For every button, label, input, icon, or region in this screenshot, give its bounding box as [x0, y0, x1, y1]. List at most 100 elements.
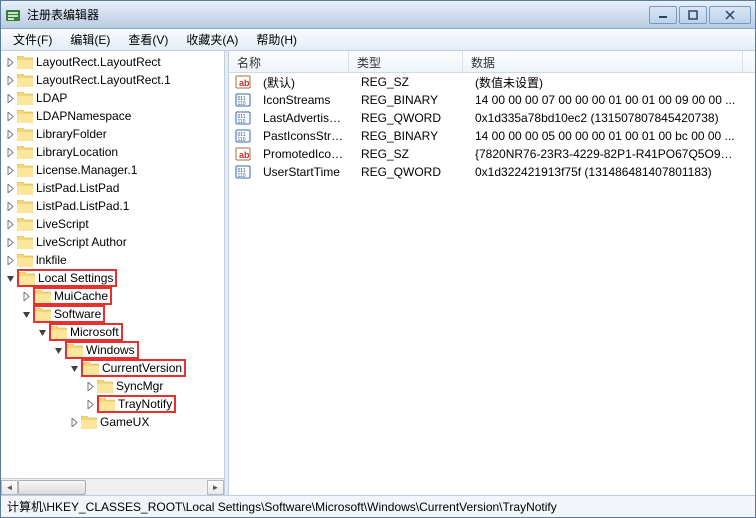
- folder-icon: [97, 379, 113, 393]
- value-name: PastIconsStream: [255, 129, 353, 143]
- folder-icon: [35, 289, 51, 303]
- expand-icon[interactable]: [3, 55, 17, 69]
- folder-icon: [83, 361, 99, 375]
- value-row[interactable]: abPromotedIcon...REG_SZ{7820NR76-23R3-42…: [229, 145, 755, 163]
- expand-icon[interactable]: [3, 253, 17, 267]
- folder-icon: [51, 325, 67, 339]
- string-value-icon: ab: [235, 146, 251, 162]
- scroll-track[interactable]: [18, 480, 207, 495]
- collapse-icon[interactable]: [35, 325, 49, 339]
- tree-item[interactable]: CurrentVersion: [1, 359, 224, 377]
- string-value-icon: ab: [235, 74, 251, 90]
- scroll-right-button[interactable]: ►: [207, 480, 224, 495]
- tree-item-label: LibraryLocation: [36, 145, 118, 159]
- tree-item-label: Local Settings: [38, 271, 113, 285]
- tree-item[interactable]: TrayNotify: [1, 395, 224, 413]
- tree-item-label: LiveScript: [36, 217, 89, 231]
- value-row[interactable]: 011110UserStartTimeREG_QWORD0x1d32242191…: [229, 163, 755, 181]
- collapse-icon[interactable]: [19, 307, 33, 321]
- menu-favorites[interactable]: 收藏夹(A): [178, 29, 246, 50]
- col-data[interactable]: 数据: [463, 51, 743, 72]
- menu-file[interactable]: 文件(F): [5, 29, 60, 50]
- expand-icon[interactable]: [3, 145, 17, 159]
- value-data: (数值未设置): [467, 74, 747, 91]
- tree-item[interactable]: MuiCache: [1, 287, 224, 305]
- tree-item[interactable]: LDAP: [1, 89, 224, 107]
- tree-item[interactable]: LayoutRect.LayoutRect: [1, 53, 224, 71]
- tree-item[interactable]: SyncMgr: [1, 377, 224, 395]
- tree-item[interactable]: License.Manager.1: [1, 161, 224, 179]
- folder-icon: [17, 253, 33, 267]
- tree-item[interactable]: LayoutRect.LayoutRect.1: [1, 71, 224, 89]
- registry-tree[interactable]: LayoutRect.LayoutRect LayoutRect.LayoutRe…: [1, 51, 224, 478]
- expand-icon[interactable]: [19, 289, 33, 303]
- col-name[interactable]: 名称: [229, 51, 349, 72]
- tree-item-label: Software: [54, 307, 101, 321]
- value-data: 0x1d322421913f75f (131486481407801183): [467, 165, 747, 179]
- tree-pane: LayoutRect.LayoutRect LayoutRect.LayoutRe…: [1, 51, 225, 495]
- tree-item-label: LDAP: [36, 91, 67, 105]
- tree-item[interactable]: ListPad.ListPad: [1, 179, 224, 197]
- scroll-left-button[interactable]: ◄: [1, 480, 18, 495]
- tree-item-label: License.Manager.1: [36, 163, 137, 177]
- value-name: PromotedIcon...: [255, 147, 353, 161]
- value-row[interactable]: ab(默认)REG_SZ(数值未设置): [229, 73, 755, 91]
- tree-item[interactable]: lnkfile: [1, 251, 224, 269]
- col-type[interactable]: 类型: [349, 51, 463, 72]
- menu-edit[interactable]: 编辑(E): [62, 29, 118, 50]
- expand-icon[interactable]: [3, 73, 17, 87]
- window-buttons: [649, 6, 751, 24]
- titlebar[interactable]: 注册表编辑器: [1, 1, 755, 29]
- tree-item-label: lnkfile: [36, 253, 67, 267]
- value-row[interactable]: 011110LastAdvertise...REG_QWORD0x1d335a7…: [229, 109, 755, 127]
- expand-icon[interactable]: [3, 181, 17, 195]
- menu-view[interactable]: 查看(V): [120, 29, 176, 50]
- value-list[interactable]: ab(默认)REG_SZ(数值未设置)011110IconStreamsREG_…: [229, 73, 755, 495]
- tree-item-label: LDAPNamespace: [36, 109, 131, 123]
- svg-text:110: 110: [238, 173, 246, 179]
- tree-item[interactable]: LiveScript Author: [1, 233, 224, 251]
- collapse-icon[interactable]: [51, 343, 65, 357]
- value-row[interactable]: 011110PastIconsStreamREG_BINARY14 00 00 …: [229, 127, 755, 145]
- expand-icon[interactable]: [3, 91, 17, 105]
- tree-item[interactable]: LiveScript: [1, 215, 224, 233]
- tree-item[interactable]: ListPad.ListPad.1: [1, 197, 224, 215]
- tree-item[interactable]: GameUX: [1, 413, 224, 431]
- tree-item[interactable]: LibraryLocation: [1, 143, 224, 161]
- folder-icon: [81, 415, 97, 429]
- menu-help[interactable]: 帮助(H): [248, 29, 305, 50]
- tree-item[interactable]: Local Settings: [1, 269, 224, 287]
- expand-icon[interactable]: [3, 199, 17, 213]
- expand-icon[interactable]: [83, 397, 97, 411]
- tree-item[interactable]: LDAPNamespace: [1, 107, 224, 125]
- expand-icon[interactable]: [3, 235, 17, 249]
- tree-item-label: LibraryFolder: [36, 127, 107, 141]
- expand-icon[interactable]: [3, 127, 17, 141]
- expand-icon[interactable]: [67, 415, 81, 429]
- tree-item[interactable]: Software: [1, 305, 224, 323]
- svg-text:110: 110: [238, 137, 246, 143]
- maximize-button[interactable]: [679, 6, 707, 24]
- minimize-button[interactable]: [649, 6, 677, 24]
- value-row[interactable]: 011110IconStreamsREG_BINARY14 00 00 00 0…: [229, 91, 755, 109]
- folder-icon: [17, 73, 33, 87]
- app-icon: [5, 7, 21, 23]
- svg-text:ab: ab: [239, 150, 250, 160]
- collapse-icon[interactable]: [67, 361, 81, 375]
- tree-item-label: LayoutRect.LayoutRect.1: [36, 73, 171, 87]
- expand-icon[interactable]: [83, 379, 97, 393]
- binary-value-icon: 011110: [235, 110, 251, 126]
- expand-icon[interactable]: [3, 163, 17, 177]
- tree-item[interactable]: Windows: [1, 341, 224, 359]
- value-type: REG_BINARY: [353, 129, 467, 143]
- tree-item[interactable]: Microsoft: [1, 323, 224, 341]
- close-button[interactable]: [709, 6, 751, 24]
- collapse-icon[interactable]: [3, 271, 17, 285]
- tree-item[interactable]: LibraryFolder: [1, 125, 224, 143]
- expand-icon[interactable]: [3, 217, 17, 231]
- tree-scrollbar-horizontal[interactable]: ◄ ►: [1, 478, 224, 495]
- svg-text:110: 110: [238, 119, 246, 125]
- expand-icon[interactable]: [3, 109, 17, 123]
- scroll-thumb[interactable]: [18, 480, 86, 495]
- folder-icon: [17, 109, 33, 123]
